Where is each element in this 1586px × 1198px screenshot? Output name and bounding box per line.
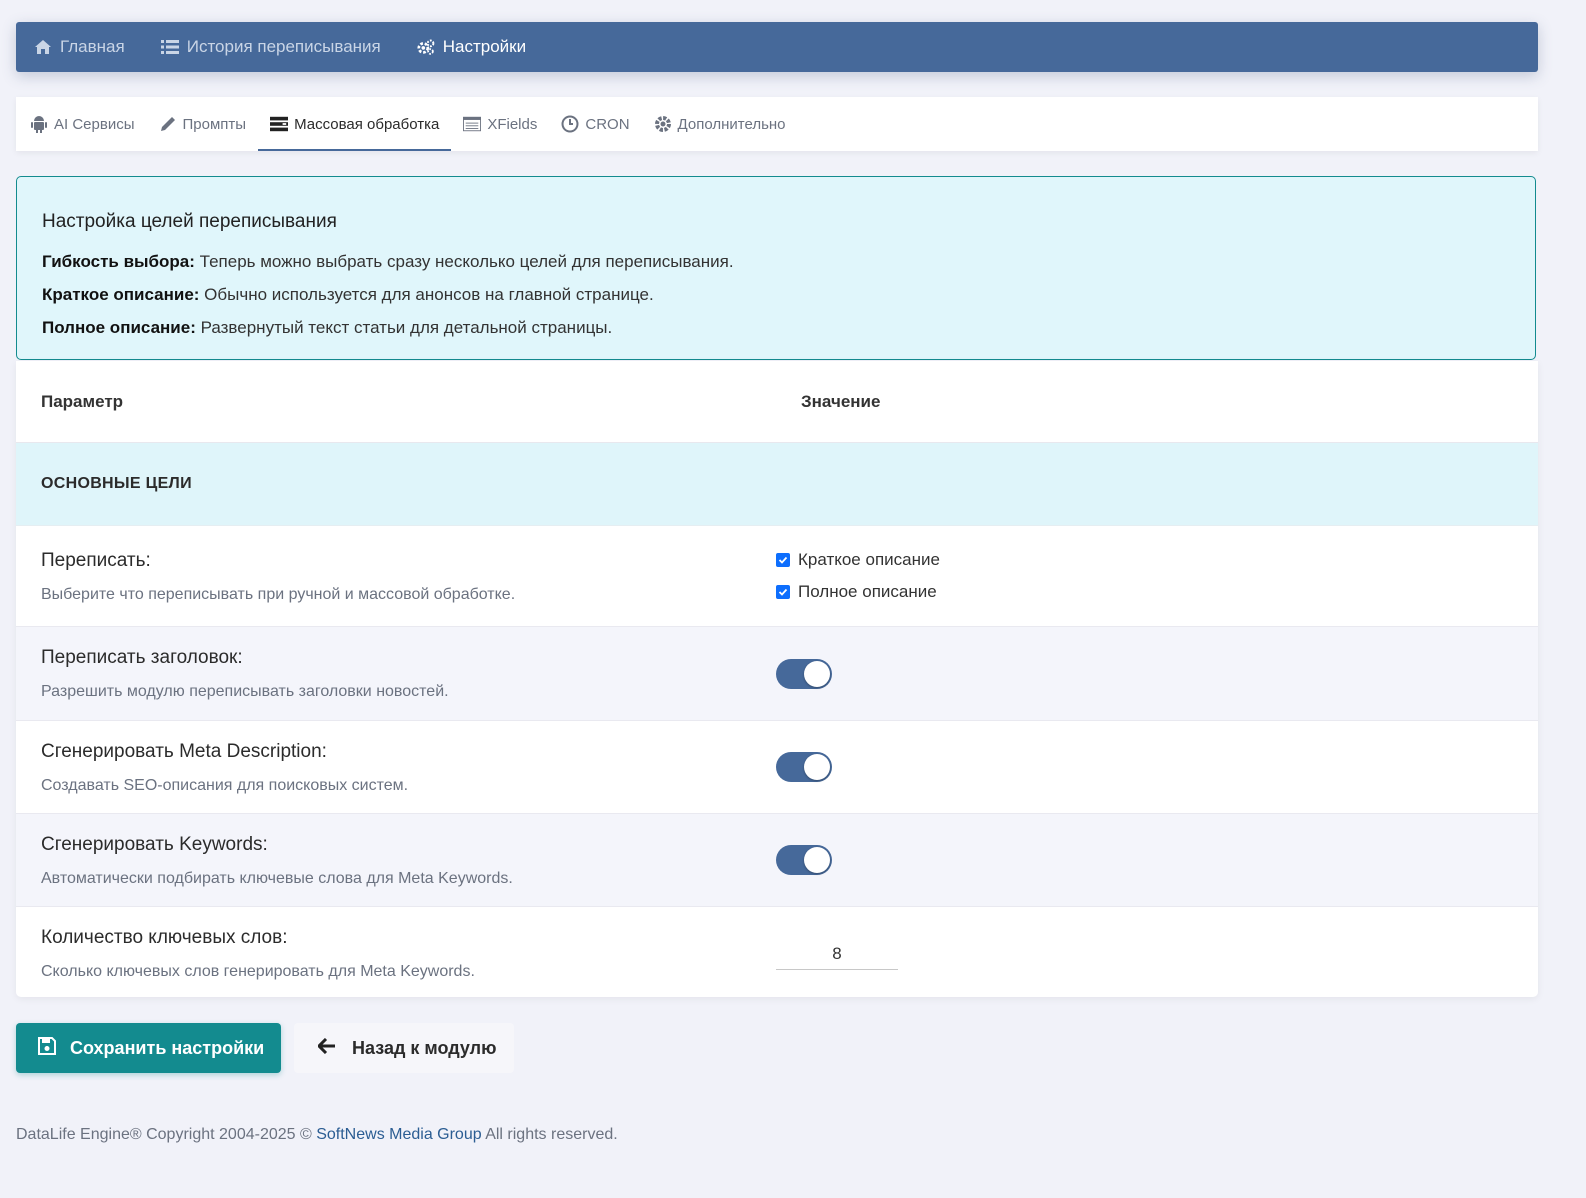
checkbox-checked-icon <box>776 553 790 567</box>
tab-cron-label: CRON <box>585 115 630 133</box>
pencil-icon <box>159 115 177 133</box>
tab-xfields[interactable]: XFields <box>451 97 549 151</box>
info-line: Гибкость выбора: Теперь можно выбрать ср… <box>42 251 1510 272</box>
info-line-text: Развернутый текст статьи для детальной с… <box>195 318 613 337</box>
column-header-parameter: Параметр <box>41 391 124 411</box>
tab-prompts-label: Промпты <box>182 115 247 133</box>
android-icon <box>30 115 48 133</box>
table-icon <box>463 115 482 133</box>
row-title: Количество ключевых слов: <box>41 927 288 948</box>
settings-table: Параметр Значение ОСНОВНЫЕ ЦЕЛИ Переписа… <box>16 361 1538 997</box>
toggle-knob <box>804 660 830 687</box>
settings-tabs: AI Сервисы Промпты Массовая обработка XF… <box>16 97 1538 151</box>
info-line: Краткое описание: Обычно используется дл… <box>42 284 1510 305</box>
row-description: Сколько ключевых слов генерировать для M… <box>41 963 475 980</box>
info-line: Полное описание: Развернутый текст стать… <box>42 317 1510 338</box>
row-title: Переписать: <box>41 550 151 571</box>
info-line-bold: Краткое описание: <box>42 285 200 304</box>
footer-copyright: DataLife Engine® Copyright 2004-2025 © <box>16 1126 312 1143</box>
tab-bulk-processing-label: Массовая обработка <box>294 115 440 133</box>
tab-bulk-processing[interactable]: Массовая обработка <box>258 97 452 151</box>
tab-advanced[interactable]: Дополнительно <box>642 97 798 151</box>
short-description-checkbox[interactable]: Краткое описание <box>776 544 940 576</box>
keywords-toggle[interactable] <box>776 845 832 875</box>
floppy-disk-icon <box>38 1036 56 1060</box>
row-description: Выберите что переписывать при ручной и м… <box>41 586 516 603</box>
info-line-text: Теперь можно выбрать сразу несколько цел… <box>194 252 734 271</box>
table-row: Сгенерировать Meta Description: Создават… <box>16 721 1538 814</box>
arrow-left-icon <box>316 1037 336 1059</box>
footer-company-link[interactable]: SoftNews Media Group <box>316 1126 481 1143</box>
row-title: Сгенерировать Meta Description: <box>41 741 327 762</box>
nav-history-label: История переписывания <box>186 37 381 56</box>
row-description: Создавать SEO-описания для поисковых сис… <box>41 777 409 794</box>
info-line-bold: Полное описание: <box>42 318 196 337</box>
tab-ai-services[interactable]: AI Сервисы <box>16 97 147 151</box>
nav-home[interactable]: Главная <box>34 22 125 72</box>
meta-description-toggle[interactable] <box>776 752 832 782</box>
table-row: Переписать: Выберите что переписывать пр… <box>16 526 1538 627</box>
toggle-knob <box>804 847 830 873</box>
top-navbar: Главная История переписывания Настройки <box>16 22 1538 72</box>
footer: DataLife Engine® Copyright 2004-2025 © S… <box>16 1126 618 1144</box>
nav-settings[interactable]: Настройки <box>417 22 526 72</box>
full-description-checkbox[interactable]: Полное описание <box>776 576 940 608</box>
column-header-value: Значение <box>801 391 881 411</box>
tab-advanced-label: Дополнительно <box>677 115 786 133</box>
back-to-module-button[interactable]: Назад к модулю <box>294 1023 514 1073</box>
table-row: Сгенерировать Keywords: Автоматически по… <box>16 814 1538 907</box>
row-title: Сгенерировать Keywords: <box>41 834 268 855</box>
cogs-icon <box>417 38 435 56</box>
row-description: Автоматически подбирать ключевые слова д… <box>41 870 513 887</box>
table-header: Параметр Значение <box>16 361 1538 443</box>
toggle-knob <box>804 754 830 780</box>
table-row: Переписать заголовок: Разрешить модулю п… <box>16 627 1538 721</box>
checkbox-label: Полное описание <box>798 582 937 601</box>
save-settings-button[interactable]: Сохранить настройки <box>16 1023 281 1073</box>
section-header: ОСНОВНЫЕ ЦЕЛИ <box>16 443 1538 526</box>
clock-icon <box>561 115 579 133</box>
row-description: Разрешить модулю переписывать заголовки … <box>41 683 449 700</box>
info-line-text: Обычно используется для анонсов на главн… <box>199 285 654 304</box>
gear-icon <box>654 115 672 133</box>
footer-rights: All rights reserved. <box>485 1126 618 1143</box>
save-button-label: Сохранить настройки <box>70 1037 265 1058</box>
table-row: Количество ключевых слов: Сколько ключев… <box>16 907 1538 999</box>
keywords-count-input[interactable] <box>776 939 898 970</box>
list-icon <box>160 38 179 56</box>
tab-cron[interactable]: CRON <box>549 97 641 151</box>
server-icon <box>270 115 289 133</box>
tab-xfields-label: XFields <box>487 115 538 133</box>
back-button-label: Назад к модулю <box>352 1037 497 1058</box>
rewrite-title-toggle[interactable] <box>776 658 832 689</box>
info-line-bold: Гибкость выбора: <box>42 252 195 271</box>
checkbox-checked-icon <box>776 585 790 599</box>
info-title: Настройка целей переписывания <box>42 211 337 232</box>
tab-prompts[interactable]: Промпты <box>147 97 259 151</box>
row-title: Переписать заголовок: <box>41 647 243 668</box>
info-alert: Настройка целей переписывания Гибкость в… <box>16 176 1536 360</box>
nav-home-label: Главная <box>60 37 125 56</box>
checkbox-label: Краткое описание <box>798 550 940 569</box>
nav-settings-label: Настройки <box>442 37 527 56</box>
home-icon <box>34 38 52 56</box>
tab-ai-services-label: AI Сервисы <box>54 115 135 133</box>
nav-history[interactable]: История переписывания <box>160 22 381 72</box>
